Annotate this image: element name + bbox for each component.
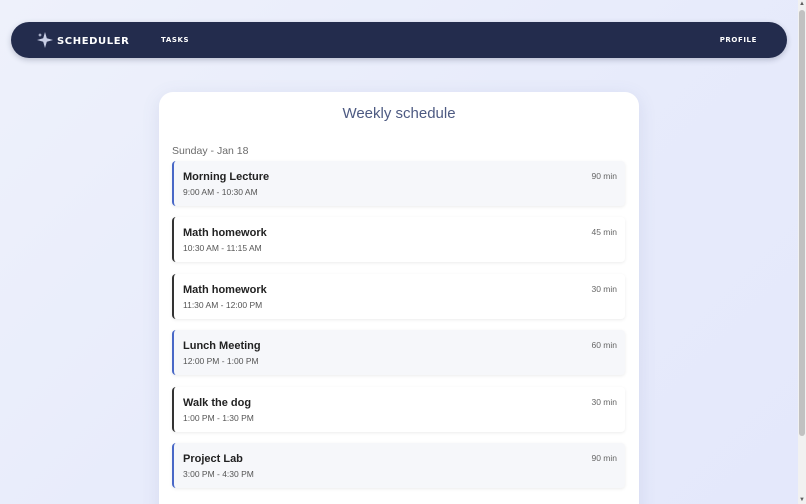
top-navbar: Scheduler Tasks Profile — [11, 22, 787, 58]
day-label: Sunday - Jan 18 — [172, 145, 249, 157]
event-item[interactable]: Project Lab 3:00 PM - 4:30 PM 90 min — [172, 443, 625, 488]
event-duration: 90 min — [591, 171, 617, 181]
event-time: 3:00 PM - 4:30 PM — [183, 469, 254, 479]
event-time: 10:30 AM - 11:15 AM — [183, 243, 262, 253]
event-name: Project Lab — [183, 453, 243, 465]
page-scrollbar[interactable]: ▲ ▼ — [798, 0, 806, 504]
event-time: 12:00 PM - 1:00 PM — [183, 356, 259, 366]
event-time: 1:00 PM - 1:30 PM — [183, 413, 254, 423]
event-item[interactable]: Morning Lecture 9:00 AM - 10:30 AM 90 mi… — [172, 161, 625, 206]
event-item[interactable]: Math homework 10:30 AM - 11:15 AM 45 min — [172, 217, 625, 262]
brand-logo[interactable]: Scheduler — [37, 22, 129, 58]
event-name: Lunch Meeting — [183, 340, 261, 352]
event-item[interactable]: Math homework 11:30 AM - 12:00 PM 30 min — [172, 274, 625, 319]
event-name: Morning Lecture — [183, 171, 270, 183]
event-name: Walk the dog — [183, 397, 252, 409]
weekly-schedule-card: Weekly schedule Sunday - Jan 18 Morning … — [159, 92, 639, 504]
event-name: Math homework — [183, 284, 267, 296]
scrollbar-thumb[interactable] — [799, 10, 805, 436]
sparkle-icon — [37, 32, 53, 48]
page-title: Weekly schedule — [342, 105, 456, 122]
scroll-up-arrow-icon[interactable]: ▲ — [798, 0, 806, 8]
event-time: 9:00 AM - 10:30 AM — [183, 187, 258, 197]
event-duration: 90 min — [591, 453, 617, 463]
event-duration: 30 min — [591, 397, 617, 407]
event-duration: 45 min — [591, 227, 617, 237]
nav-link-profile[interactable]: Profile — [720, 22, 757, 58]
event-item[interactable]: Walk the dog 1:00 PM - 1:30 PM 30 min — [172, 387, 625, 432]
event-duration: 30 min — [591, 284, 617, 294]
brand-name: Scheduler — [57, 32, 130, 48]
event-time: 11:30 AM - 12:00 PM — [183, 300, 263, 310]
scroll-down-arrow-icon[interactable]: ▼ — [798, 496, 806, 504]
event-item[interactable]: Lunch Meeting 12:00 PM - 1:00 PM 60 min — [172, 330, 625, 375]
event-name: Math homework — [183, 227, 267, 239]
event-duration: 60 min — [591, 340, 617, 350]
nav-link-tasks[interactable]: Tasks — [161, 22, 189, 58]
